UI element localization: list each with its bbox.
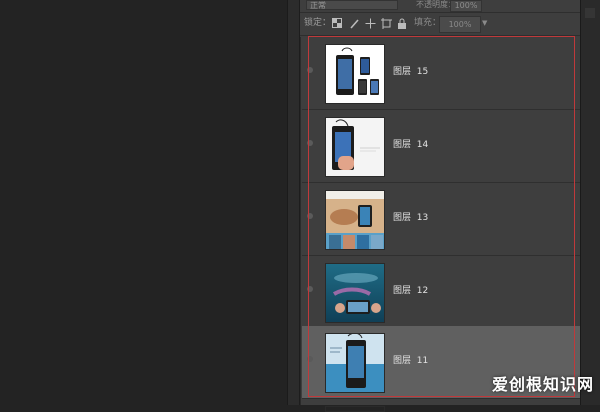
lock-all-icon[interactable]: [395, 16, 409, 30]
visibility-toggle[interactable]: [302, 256, 318, 328]
layer-row[interactable]: 图层 13: [302, 183, 581, 256]
eye-icon[interactable]: [307, 140, 313, 146]
lock-position-move-icon[interactable]: [363, 16, 377, 30]
opacity-input[interactable]: 100%: [450, 0, 482, 12]
layer-name[interactable]: 图层 14: [393, 140, 428, 151]
visibility-toggle[interactable]: [302, 183, 318, 255]
site-watermark: 爱创根知识网: [492, 376, 594, 394]
layer-row[interactable]: 图层 12: [302, 256, 581, 329]
lock-image-pixels-brush-icon[interactable]: [347, 16, 361, 30]
visibility-toggle[interactable]: [302, 37, 318, 109]
lock-artboard-icon[interactable]: [379, 16, 393, 30]
layer-row[interactable]: 图层 15: [302, 37, 581, 110]
fill-input[interactable]: 100%: [439, 16, 481, 33]
eye-icon[interactable]: [307, 286, 313, 292]
layer-thumbnail: [325, 333, 385, 393]
layer-name[interactable]: 图层 15: [393, 67, 428, 78]
scrollbar-thumb[interactable]: [585, 8, 595, 18]
eye-icon[interactable]: [307, 356, 313, 362]
lock-transparent-pixels-icon[interactable]: [330, 16, 344, 30]
fill-dropdown-icon[interactable]: ▼: [482, 19, 487, 27]
document-canvas-area: [0, 0, 287, 405]
lock-label: 锁定：: [304, 18, 332, 28]
layer-list-border: [300, 37, 301, 405]
eye-icon[interactable]: [307, 67, 313, 73]
layer-name[interactable]: 图层 13: [393, 213, 428, 224]
layer-row-partial[interactable]: [302, 399, 581, 412]
layer-row[interactable]: 图层 14: [302, 110, 581, 183]
layer-thumbnail: [325, 190, 385, 250]
layer-name[interactable]: 图层 11: [393, 356, 428, 367]
fill-label: 填充：: [414, 18, 442, 28]
visibility-toggle[interactable]: [302, 326, 318, 398]
layer-thumbnail: [325, 44, 385, 104]
watermark-text: 爱创根知识网: [492, 375, 595, 394]
visibility-toggle[interactable]: [302, 110, 318, 182]
blend-mode-select[interactable]: 正常: [306, 0, 398, 10]
lock-row: 锁定： 填充： 100% ▼: [300, 13, 581, 36]
eye-icon[interactable]: [307, 213, 313, 219]
panel-scrollbar[interactable]: [580, 0, 600, 405]
layers-panel: 正常 不透明度： 100% 锁定： 填充： 100% ▼ 图层 15 图层 14…: [299, 0, 581, 412]
blend-mode-row: 正常 不透明度： 100%: [300, 0, 581, 13]
layer-thumbnail: [325, 406, 385, 412]
layer-thumbnail: [325, 117, 385, 177]
layer-name[interactable]: 图层 12: [393, 286, 428, 297]
layer-thumbnail: [325, 263, 385, 323]
